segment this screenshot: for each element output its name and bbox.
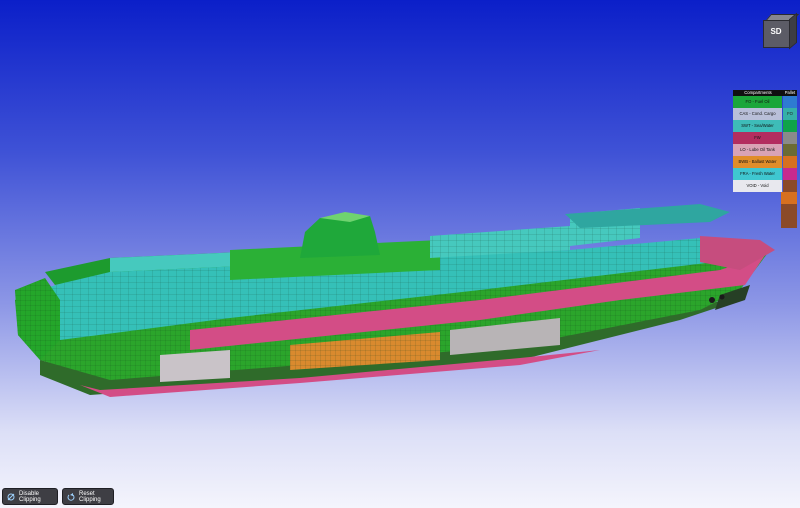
legend-swatch[interactable] [783,120,797,132]
ship-model[interactable] [15,204,775,397]
compartment-void [160,350,230,382]
legend-row-label: LO - Lube Oil Tank [733,144,782,156]
legend-row[interactable]: FO - Fuel Oil [733,96,797,108]
legend-row-label: FO - Fuel Oil [733,96,782,108]
clipping-icon [7,493,15,501]
funnel-block [300,216,380,258]
legend-swatch[interactable] [783,96,797,108]
legend-swatch[interactable] [781,204,797,216]
propeller-hub [709,297,715,303]
legend-swatch[interactable] [783,144,797,156]
view-cube-label: SD [770,27,782,36]
legend-swatch[interactable] [781,192,797,204]
legend-row-label: FW [733,132,782,144]
legend-swatch[interactable] [783,156,797,168]
legend-header-compartments: Compartments [744,89,772,95]
reset-clipping-label: Reset Clipping [79,490,101,503]
legend-row[interactable]: SWT - Sea/Water [733,120,797,132]
disable-clipping-label: Disable Clipping [19,490,41,503]
legend-swatch[interactable] [781,216,797,228]
legend-row[interactable]: CAS - Cond. Cargo FO [733,108,797,120]
reset-icon [67,492,75,501]
legend-swatch[interactable] [783,168,797,180]
legend-row[interactable]: FRA - Fresh Water [733,168,797,180]
legend-row-label: CAS - Cond. Cargo [733,108,782,120]
legend-row-label: SWT - Sea/Water [733,120,782,132]
legend-row-label: FRA - Fresh Water [733,168,782,180]
legend-row[interactable]: FW [733,132,797,144]
legend-header-pallet: Pallet [784,89,796,95]
legend-row[interactable]: LO - Lube Oil Tank [733,144,797,156]
legend-swatch[interactable]: FO [783,108,797,120]
legend-row-label: BWB - Ballast Water [733,156,782,168]
reset-clipping-button[interactable]: Reset Clipping [62,488,114,505]
legend-row[interactable]: BWB - Ballast Water [733,156,797,168]
3d-viewport[interactable] [0,0,800,508]
legend-swatch[interactable] [783,132,797,144]
compartment-legend: Compartments Pallet FO - Fuel Oil CAS - C… [733,90,797,228]
legend-row-label: VOID - Void [733,180,782,192]
legend-swatch[interactable] [783,180,797,192]
legend-row[interactable]: VOID - Void [733,180,797,192]
disable-clipping-button[interactable]: Disable Clipping [2,488,58,505]
view-cube[interactable]: SD [757,12,800,50]
bridge-top [565,204,730,228]
